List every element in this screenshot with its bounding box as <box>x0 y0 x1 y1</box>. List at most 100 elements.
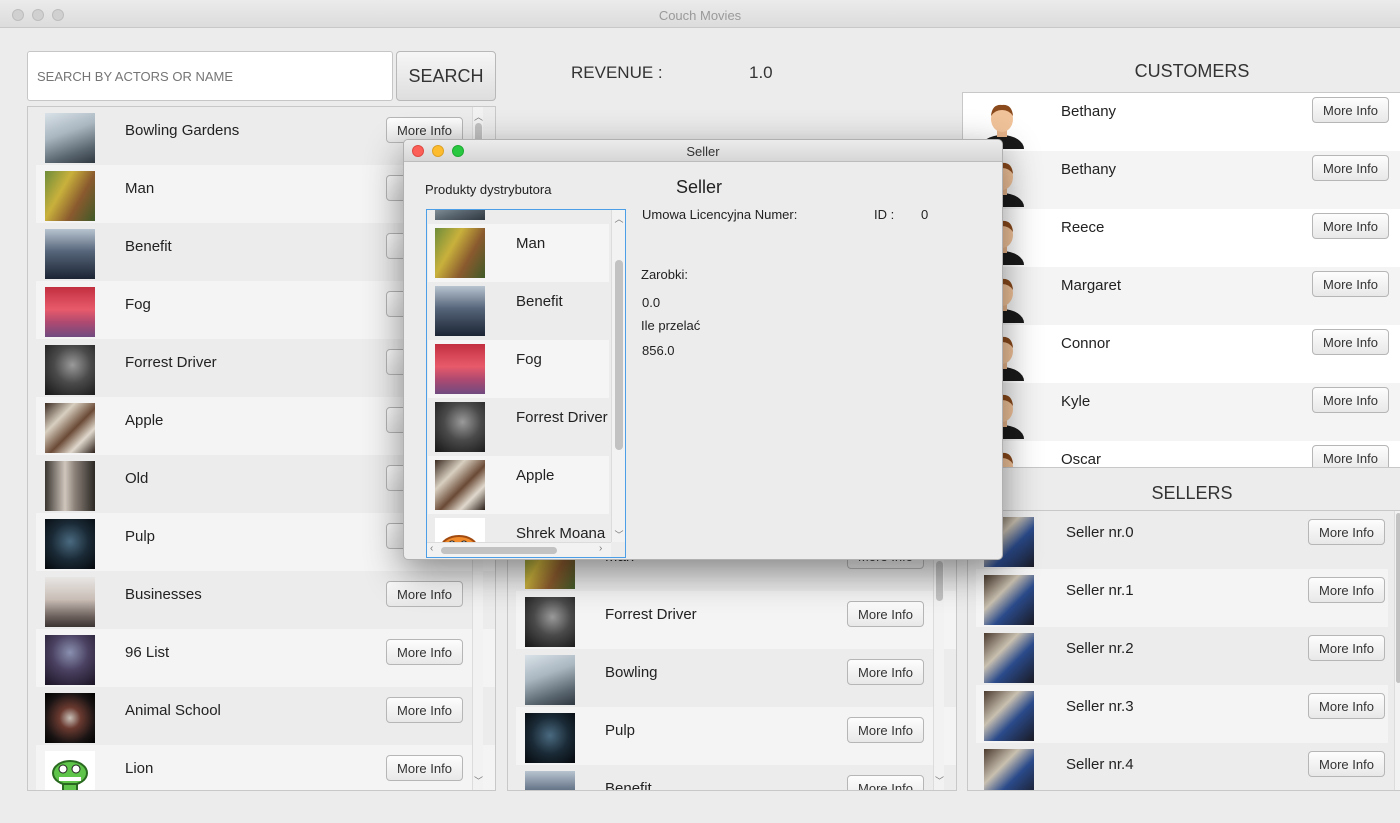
movie-title: Lion <box>125 760 154 777</box>
more-info-button[interactable]: More Info <box>1312 271 1389 297</box>
scroll-right-arrow-icon[interactable]: › <box>599 543 602 554</box>
list-item: Seller nr.0 More Info <box>976 511 1388 569</box>
list-item: Man <box>428 224 609 282</box>
movie-thumbnail <box>525 597 575 647</box>
seller-name: Seller nr.4 <box>1066 756 1134 773</box>
purchased-movie-list[interactable]: Man More Info Forrest Driver More Info B… <box>507 546 957 791</box>
list-item: Reece More Info <box>963 209 1400 267</box>
more-info-button[interactable]: More Info <box>847 717 924 743</box>
more-info-button[interactable]: More Info <box>386 755 463 781</box>
scroll-thumb[interactable] <box>1396 513 1400 683</box>
customer-name: Margaret <box>1061 277 1122 294</box>
scroll-thumb[interactable] <box>936 561 943 601</box>
list-item: Kyle More Info <box>963 383 1400 441</box>
seller-products-list[interactable]: Man Benefit Fog Forrest Driver Apple Shr… <box>426 209 626 558</box>
dialog-titlebar: Seller <box>404 140 1002 162</box>
products-label: Produkty dystrybutora <box>425 182 552 197</box>
more-info-button[interactable]: More Info <box>1308 751 1385 777</box>
product-title: Benefit <box>516 293 563 310</box>
movie-thumbnail <box>525 655 575 705</box>
movie-title: Fog <box>125 296 151 313</box>
more-info-button[interactable]: More Info <box>1312 97 1389 123</box>
scroll-up-arrow-icon[interactable]: ︿ <box>612 212 625 225</box>
seller-thumbnail <box>984 575 1034 625</box>
more-info-button[interactable]: More Info <box>1308 635 1385 661</box>
movie-title: Pulp <box>125 528 156 545</box>
movie-title: Forrest Driver <box>125 354 217 371</box>
list-item: Seller nr.1 More Info <box>976 569 1388 627</box>
seller-name: Seller nr.0 <box>1066 524 1134 541</box>
id-value: 0 <box>921 207 929 222</box>
purchased-list-scrollbar[interactable]: ﹀ <box>933 547 944 790</box>
list-item: Benefit More Info <box>516 765 956 791</box>
seller-list[interactable]: Seller nr.0 More Info Seller nr.1 More I… <box>967 510 1400 791</box>
more-info-button[interactable]: More Info <box>1312 445 1389 467</box>
customer-list[interactable]: Bethany More Info Bethany More Info Reec… <box>962 92 1400 468</box>
list-item: Seller nr.3 More Info <box>976 685 1388 743</box>
customers-title: CUSTOMERS <box>1134 61 1250 81</box>
movie-thumbnail <box>435 228 485 278</box>
customer-name: Connor <box>1061 335 1111 352</box>
more-info-button[interactable]: More Info <box>1312 387 1389 413</box>
search-button[interactable]: SEARCH <box>396 51 496 101</box>
window-title: Couch Movies <box>658 8 742 23</box>
movie-title: 96 List <box>125 644 170 661</box>
list-item: Bethany More Info <box>963 151 1400 209</box>
more-info-button[interactable]: More Info <box>386 581 463 607</box>
scroll-down-arrow-icon[interactable]: ﹀ <box>612 528 625 541</box>
movie-title: Benefit <box>605 780 652 791</box>
more-info-button[interactable]: More Info <box>847 601 924 627</box>
scroll-up-arrow-icon[interactable]: ︿ <box>473 110 484 123</box>
movie-thumbnail <box>45 229 95 279</box>
scroll-down-arrow-icon[interactable]: ﹀ <box>934 774 945 787</box>
list-item <box>428 210 609 224</box>
customer-name: Kyle <box>1061 393 1091 410</box>
scroll-thumb[interactable] <box>615 260 623 450</box>
more-info-button[interactable]: More Info <box>1312 155 1389 181</box>
license-label: Umowa Licencyjna Numer: <box>642 207 798 222</box>
list-item: Pulp More Info <box>516 707 956 765</box>
movie-thumbnail <box>45 693 95 743</box>
seller-thumbnail <box>984 633 1034 683</box>
more-info-button[interactable]: More Info <box>847 659 924 685</box>
movie-thumbnail <box>435 402 485 452</box>
seller-dialog: Seller Produkty dystrybutora Seller Umow… <box>403 139 1003 560</box>
transfer-label: Ile przelać <box>641 318 701 333</box>
seller-name: Seller nr.1 <box>1066 582 1134 599</box>
list-item: Lion More Info <box>36 745 495 790</box>
movie-thumbnail <box>45 345 95 395</box>
movie-title: Bowling Gardens <box>125 122 240 139</box>
list-item: Bethany More Info <box>963 93 1400 151</box>
more-info-button[interactable]: More Info <box>847 775 924 790</box>
movie-thumbnail <box>45 461 95 511</box>
transfer-value: 856.0 <box>642 343 675 358</box>
more-info-button[interactable]: More Info <box>1312 213 1389 239</box>
products-scrollbar[interactable]: ︿ ﹀ <box>611 210 625 542</box>
list-item: Seller nr.4 More Info <box>976 743 1388 790</box>
product-title: Fog <box>516 351 542 368</box>
sellers-title: SELLERS <box>1151 483 1233 503</box>
scroll-left-arrow-icon[interactable]: ‹ <box>430 543 433 554</box>
search-input[interactable] <box>27 51 393 101</box>
seller-name: Seller nr.2 <box>1066 640 1134 657</box>
scroll-down-arrow-icon[interactable]: ﹀ <box>473 774 484 787</box>
movie-thumbnail <box>435 460 485 510</box>
movie-thumbnail <box>45 751 95 790</box>
movie-title: Apple <box>125 412 164 429</box>
seller-name: Seller nr.3 <box>1066 698 1134 715</box>
movie-thumbnail <box>435 286 485 336</box>
more-info-button[interactable]: More Info <box>1312 329 1389 355</box>
movie-thumbnail <box>435 210 485 220</box>
more-info-button[interactable]: More Info <box>1308 693 1385 719</box>
seller-list-scrollbar[interactable] <box>1394 511 1400 790</box>
hscroll-thumb[interactable] <box>441 547 557 554</box>
more-info-button[interactable]: More Info <box>386 697 463 723</box>
customer-name: Reece <box>1061 219 1105 236</box>
more-info-button[interactable]: More Info <box>386 639 463 665</box>
products-hscrollbar[interactable]: ‹ › <box>427 542 611 557</box>
more-info-button[interactable]: More Info <box>1308 577 1385 603</box>
more-info-button[interactable]: More Info <box>1308 519 1385 545</box>
dialog-title: Seller <box>686 144 720 159</box>
movie-title: Animal School <box>125 702 221 719</box>
product-title: Shrek Moana <box>516 525 606 542</box>
